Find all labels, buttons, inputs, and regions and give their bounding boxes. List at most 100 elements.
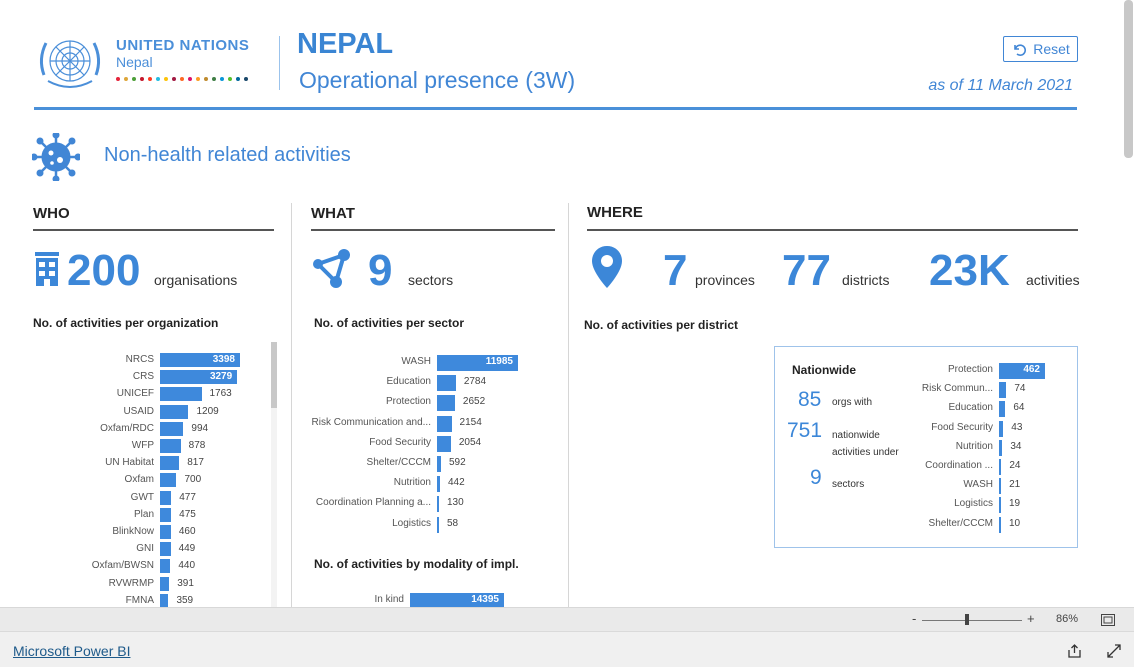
bar-value-label: 19 [1009,498,1021,510]
bar[interactable] [160,387,202,402]
bar[interactable] [437,375,456,392]
where-heading: WHERE [587,204,643,221]
bar-category-label: Oxfam [124,474,154,486]
bar-category-label: Risk Commun... [921,383,993,395]
modality-chart-title: No. of activities by modality of impl. [314,557,519,571]
sdg-dot [236,77,240,81]
un-emblem-logo [39,40,101,88]
bar-category-label: NRCS [125,354,154,365]
what-heading: WHAT [311,205,355,222]
sectors-count: 9 [368,246,393,295]
bar[interactable] [160,559,171,574]
district-chart-title: No. of activities per district [584,318,739,332]
bar[interactable] [999,516,1001,533]
sdg-dot [172,77,176,81]
bar[interactable] [999,382,1007,399]
provinces-unit: provinces [695,272,755,288]
bar-category-label: Coordination Planning a... [315,497,431,509]
bar[interactable] [160,507,172,522]
bar[interactable] [999,439,1003,456]
reset-button[interactable]: Reset [1003,36,1078,62]
bar-value-label: 475 [179,508,196,520]
bar-value-label: 878 [188,440,206,451]
zoom-toolbar: - + 86% [0,607,1134,631]
bar-value-label: 43 [1011,421,1023,433]
who-underline [33,229,274,231]
bar-category-label: WASH [963,479,993,491]
bar[interactable] [160,525,171,539]
bar-value-label: 3279 [209,371,233,383]
bar-category-label: UN Habitat [105,457,154,469]
bar[interactable] [160,473,177,488]
bar[interactable] [437,516,439,533]
virus-icon [32,133,80,181]
bar-category-label: Plan [133,508,154,520]
bar-value-label: 994 [191,422,209,434]
bar[interactable] [437,476,440,493]
activities-count: 23K [929,246,1010,295]
bar-category-label: Coordination ... [925,460,993,471]
column-divider [568,203,569,607]
building-icon [35,252,59,286]
bar-value-label: 2784 [463,376,487,388]
bar[interactable] [999,497,1001,514]
bar[interactable] [160,404,189,419]
bar-category-label: Logistics [954,498,993,510]
bar-category-label: Protection [947,364,993,375]
column-divider [291,203,292,607]
bar[interactable] [437,415,452,432]
bar[interactable] [437,496,439,513]
bar[interactable] [160,576,170,591]
fullscreen-icon[interactable] [1106,643,1122,659]
powerbi-link[interactable]: Microsoft Power BI [13,643,130,659]
bar[interactable] [160,542,171,557]
fit-to-page-icon[interactable] [1101,614,1115,626]
map-pin-icon [592,246,622,288]
bar[interactable] [437,435,451,452]
zoom-slider-track[interactable] [922,620,1022,621]
bar-category-label: RVWRMP [108,577,154,589]
sdg-dot [228,77,232,81]
bar-category-label: Nutrition [393,477,431,489]
sdg-dot [132,77,136,81]
bar-value-label: 1209 [196,405,219,417]
page-scrollbar-thumb[interactable] [1124,0,1133,158]
bar[interactable] [999,420,1004,437]
bar-category-label: Shelter/CCCM [928,517,993,529]
bar[interactable] [999,478,1002,495]
organisations-count: 200 [67,246,141,295]
where-underline [587,229,1078,231]
zoom-level: 86% [1056,613,1079,625]
org-chart-scroll-thumb[interactable] [271,342,277,408]
bar[interactable] [437,456,441,472]
nationwide-title: Nationwide [792,363,857,377]
bar[interactable] [160,490,172,505]
bar-category-label: BlinkNow [112,526,154,537]
bar[interactable] [160,593,169,607]
nationwide-orgs-count: 85 [798,388,822,411]
bar[interactable] [437,395,455,412]
network-icon [313,249,350,288]
zoom-out-button[interactable]: - [912,611,916,626]
bar-value-label: 477 [179,491,196,503]
bar-value-label: 10 [1009,517,1021,529]
bar[interactable] [160,439,181,453]
bar-value-label: 359 [176,594,194,606]
bar-value-label: 592 [449,457,466,468]
page-subtitle: Operational presence (3W) [299,67,576,93]
sdg-dot [204,77,208,81]
bar-category-label: UNICEF [116,388,154,400]
nationwide-sectors-count: 9 [810,466,822,489]
zoom-slider-thumb[interactable] [965,614,969,625]
section-title: Non-health related activities [104,144,351,166]
zoom-in-button[interactable]: + [1027,611,1035,626]
bar[interactable] [160,456,180,471]
bar-value-label: 442 [447,477,465,489]
bar[interactable] [999,459,1002,475]
organisations-unit: organisations [154,272,238,288]
bar[interactable] [999,401,1006,418]
bar[interactable] [160,421,184,436]
sdg-dot [156,77,160,81]
bar-category-label: In kind [374,594,404,605]
share-icon[interactable] [1067,643,1083,659]
